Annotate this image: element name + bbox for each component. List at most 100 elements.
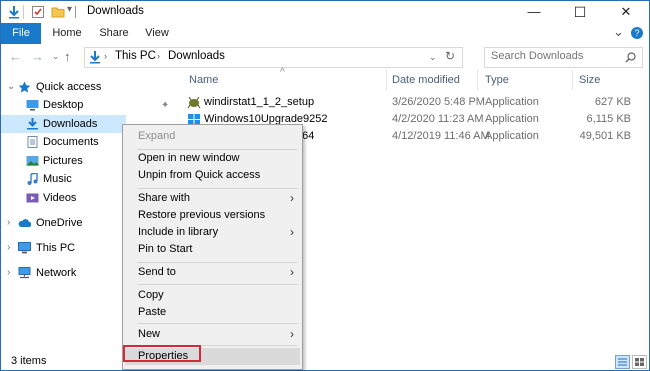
file-size: 6,115 KB xyxy=(586,113,631,125)
music-icon xyxy=(27,173,38,185)
menu-item-label: Share with xyxy=(138,192,190,204)
ribbon-tabs: File Home Share View ⌄ ? xyxy=(1,23,649,45)
sidebar-item-downloads[interactable]: Downloads xyxy=(1,115,126,133)
menu-separator xyxy=(137,284,297,285)
tab-file[interactable]: File xyxy=(1,23,41,44)
tab-share[interactable]: Share xyxy=(95,23,133,44)
explorer-window: ▾ Downloads — ☐ ✕ File Home Share View ⌄… xyxy=(0,0,650,371)
address-bar[interactable]: › This PC › Downloads ⌄ ↻ xyxy=(84,47,463,68)
sidebar-item-videos[interactable]: Videos xyxy=(1,189,126,207)
refresh-icon[interactable]: ↻ xyxy=(445,49,455,63)
address-dropdown-icon[interactable]: ⌄ xyxy=(429,52,437,63)
close-button[interactable]: ✕ xyxy=(603,1,649,23)
up-arrow-icon[interactable]: ↑ xyxy=(64,49,71,64)
computer-icon xyxy=(18,242,31,254)
search-input[interactable] xyxy=(491,50,619,62)
menu-item-label: Expand xyxy=(138,130,176,142)
file-size: 49,501 KB xyxy=(579,130,631,142)
menu-item-label: Pin to Start xyxy=(138,243,193,255)
nav-network[interactable]: › Network xyxy=(1,264,126,282)
address-row: ← → ⌄ ↑ › This PC › Downloads ⌄ ↻ xyxy=(1,44,649,70)
customize-toolbar-icon[interactable]: ▾ xyxy=(67,4,72,15)
column-divider[interactable] xyxy=(386,70,387,90)
menu-item-include-library[interactable]: Include in library › xyxy=(125,224,300,241)
column-header-size[interactable]: Size xyxy=(579,70,600,90)
chevron-right-icon[interactable]: › xyxy=(7,264,10,282)
pictures-icon xyxy=(26,156,39,166)
menu-item-pin-start[interactable]: Pin to Start xyxy=(125,241,300,258)
menu-item-new[interactable]: New › xyxy=(125,326,300,343)
pin-icon[interactable]: ✦ xyxy=(161,97,169,115)
downloads-icon xyxy=(27,118,38,130)
breadcrumb-downloads[interactable]: Downloads xyxy=(168,50,225,62)
chevron-right-icon[interactable]: › xyxy=(7,239,10,257)
menu-item-restore-versions[interactable]: Restore previous versions xyxy=(125,207,300,224)
submenu-arrow-icon: › xyxy=(290,191,294,205)
menu-separator xyxy=(137,188,297,189)
help-icon[interactable]: ? xyxy=(631,27,643,39)
recent-locations-icon[interactable]: ⌄ xyxy=(52,51,60,62)
file-type: Application xyxy=(485,113,539,125)
submenu-arrow-icon: › xyxy=(290,265,294,279)
menu-item-label: Include in library xyxy=(138,226,219,238)
nav-onedrive-label: OneDrive xyxy=(36,217,83,229)
network-icon xyxy=(18,267,31,279)
forward-arrow-icon[interactable]: → xyxy=(31,49,44,64)
column-header-type[interactable]: Type xyxy=(485,70,509,90)
new-folder-icon[interactable] xyxy=(51,5,65,19)
minimize-button[interactable]: — xyxy=(511,1,557,23)
menu-item-label: Paste xyxy=(138,306,167,318)
title-separator xyxy=(75,6,76,18)
file-date: 4/12/2019 11:46 AM xyxy=(392,130,490,142)
star-icon xyxy=(18,81,31,93)
properties-check-icon[interactable] xyxy=(31,5,45,19)
file-type: Application xyxy=(485,130,539,142)
back-arrow-icon[interactable]: ← xyxy=(9,49,22,64)
breadcrumb-this-pc[interactable]: This PC xyxy=(115,50,156,62)
search-icon xyxy=(625,52,636,63)
menu-item-paste[interactable]: Paste xyxy=(125,304,300,321)
maximize-button[interactable]: ☐ xyxy=(557,1,603,23)
nav-network-label: Network xyxy=(36,267,77,279)
title-bar: ▾ Downloads — ☐ ✕ xyxy=(1,1,649,23)
tab-view[interactable]: View xyxy=(141,23,173,44)
search-box[interactable] xyxy=(484,47,643,68)
large-icons-view-icon[interactable] xyxy=(632,355,647,369)
column-header-name[interactable]: Name xyxy=(189,70,218,90)
chevron-down-icon[interactable]: ⌄ xyxy=(7,78,15,96)
sidebar-item-pictures[interactable]: Pictures xyxy=(1,152,126,170)
sidebar-item-desktop[interactable]: Desktop ✦ xyxy=(1,96,181,114)
chevron-right-icon[interactable]: › xyxy=(7,214,10,232)
nav-onedrive[interactable]: › OneDrive xyxy=(1,214,126,232)
menu-item-copy[interactable]: Copy xyxy=(125,287,300,304)
item-count: 3 items xyxy=(11,355,47,367)
sort-ascending-icon: ^ xyxy=(280,67,285,78)
file-date: 3/26/2020 5:48 PM xyxy=(392,96,485,108)
column-divider[interactable] xyxy=(572,70,573,90)
windirstat-app-icon xyxy=(187,96,201,109)
column-header-date[interactable]: Date modified xyxy=(392,70,460,90)
highlight-box xyxy=(123,345,201,362)
sidebar-item-documents[interactable]: Documents xyxy=(1,133,126,151)
sidebar-item-label: Videos xyxy=(43,192,77,204)
file-type: Application xyxy=(485,96,539,108)
sidebar-item-music[interactable]: Music xyxy=(1,170,126,188)
nav-quick-access[interactable]: ⌄ Quick access xyxy=(1,78,181,96)
column-divider[interactable] xyxy=(477,70,478,90)
down-arrow-icon[interactable] xyxy=(7,5,21,19)
menu-item-share-with[interactable]: Share with › xyxy=(125,190,300,207)
sidebar-item-label: Documents xyxy=(43,136,99,148)
submenu-arrow-icon: › xyxy=(290,327,294,341)
menu-separator xyxy=(137,323,297,324)
expand-ribbon-icon[interactable]: ⌄ xyxy=(613,24,624,40)
menu-item-expand[interactable]: Expand xyxy=(125,128,300,145)
nav-this-pc[interactable]: › This PC xyxy=(1,239,126,257)
menu-item-unpin[interactable]: Unpin from Quick access xyxy=(125,167,300,184)
file-row[interactable]: windirstat1_1_2_setup 3/26/2020 5:48 PM … xyxy=(184,94,639,111)
tab-home[interactable]: Home xyxy=(49,23,85,44)
sidebar-item-label: Downloads xyxy=(43,118,98,130)
menu-item-send-to[interactable]: Send to › xyxy=(125,264,300,281)
sidebar-item-label: Pictures xyxy=(43,155,83,167)
details-view-icon[interactable] xyxy=(615,355,630,369)
menu-item-open-new-window[interactable]: Open in new window xyxy=(125,150,300,167)
